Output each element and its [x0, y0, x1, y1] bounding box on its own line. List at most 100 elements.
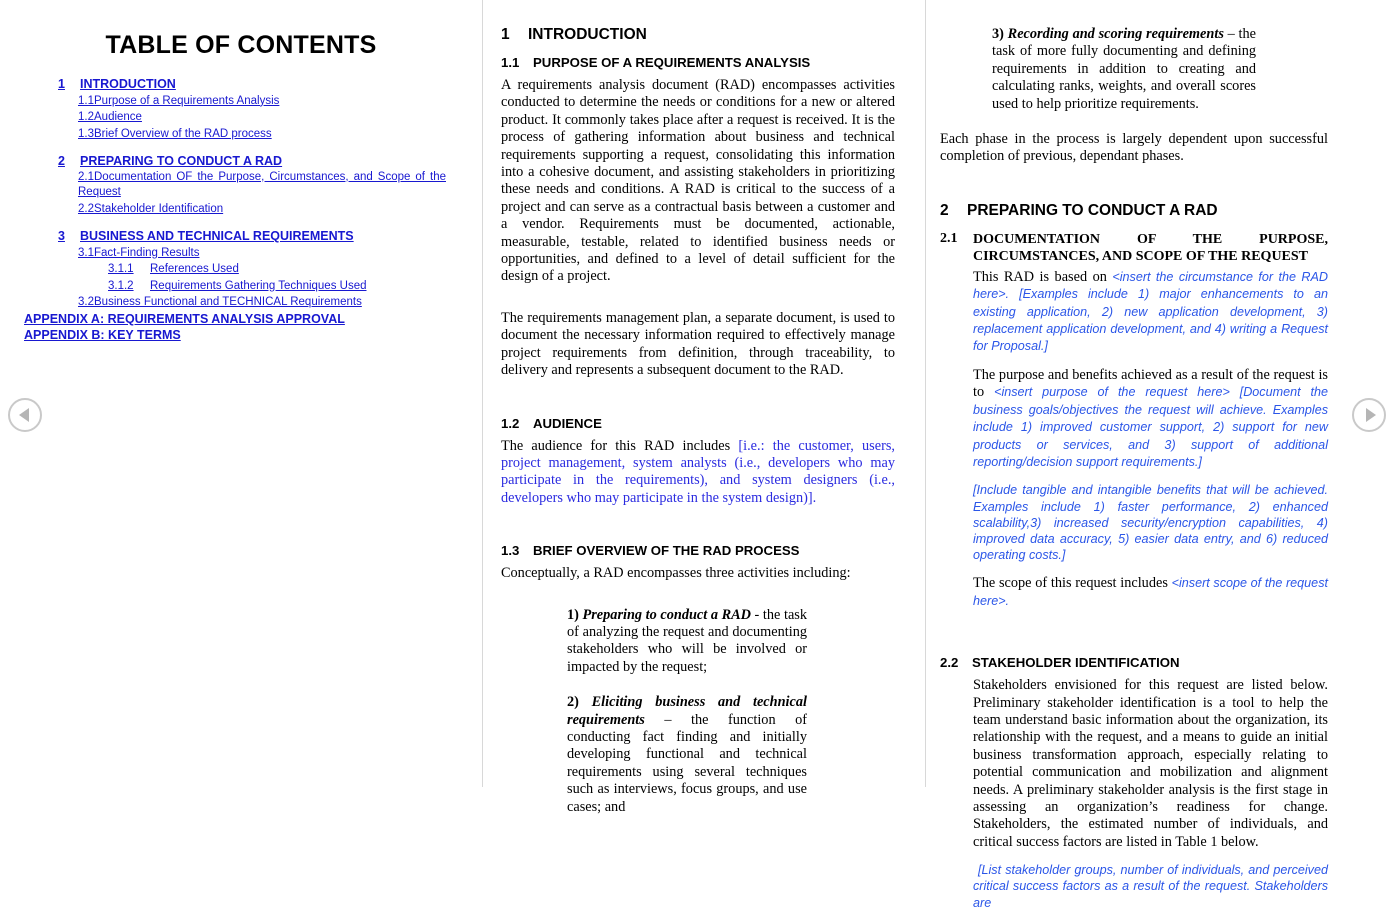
- toc-entry-number: 1.1: [78, 94, 94, 107]
- toc-entry-2-1[interactable]: 2.1Documentation OF the Purpose, Circums…: [78, 170, 446, 201]
- page-title: TABLE OF CONTENTS: [105, 31, 377, 59]
- toc-entry-label: Purpose of a Requirements Analysis: [94, 94, 280, 107]
- heading-number: 2.2: [940, 655, 959, 671]
- toc-entry-3-2[interactable]: 3.2Business Functional and TECHNICAL Req…: [78, 294, 446, 311]
- toc-entry-number: 1.3: [78, 127, 94, 140]
- heading-number: 1.1: [501, 55, 520, 70]
- paragraph-scope: The scope of this request includes <inse…: [973, 575, 1328, 610]
- toc-entry-label: APPENDIX A: REQUIREMENTS ANALYSIS APPROV…: [24, 311, 345, 326]
- toc-entry-label: References Used: [150, 263, 239, 275]
- document-page-right: 3) Recording and scoring requirements – …: [926, 0, 1366, 910]
- heading-number: 2.1: [940, 230, 958, 246]
- heading-text: STAKEHOLDER IDENTIFICATION: [972, 655, 1180, 671]
- heading-2-1-documentation: 2.1 DOCUMENTATION OF THE PURPOSE, CIRCUMS…: [940, 231, 1328, 265]
- toc-list: 1 INTRODUCTION 1.1Purpose of a Requireme…: [24, 76, 458, 344]
- toc-entry-number: 2: [58, 154, 65, 168]
- paragraph-stakeholder-instruction: [List stakeholder groups, number of indi…: [973, 863, 1328, 910]
- list-item-lead: Recording and scoring requirements: [1007, 26, 1224, 42]
- heading-text-line-2: CIRCUMSTANCES, AND SCOPE OF THE REQUEST: [973, 248, 1309, 264]
- heading-number: 2: [940, 201, 949, 219]
- paragraph-rad-basis: This RAD is based on <insert the circums…: [973, 269, 1328, 356]
- heading-text: PREPARING TO CONDUCT A RAD: [967, 201, 1218, 219]
- list-item: 1) Preparing to conduct a RAD - the task…: [567, 607, 807, 677]
- toc-entry-2[interactable]: 2 PREPARING TO CONDUCT A RAD: [58, 153, 446, 170]
- heading-2-2-stakeholder: 2.2 STAKEHOLDER IDENTIFICATION: [940, 655, 1328, 670]
- paragraph-purpose-benefits-placeholder: <insert purpose of the request here> [Do…: [973, 385, 1328, 469]
- document-page-middle: 1 INTRODUCTION 1.1 PURPOSE OF A REQUIREM…: [483, 0, 925, 815]
- toc-entry-3[interactable]: 3 BUSINESS AND TECHNICAL REQUIREMENTS: [58, 228, 446, 245]
- toc-entry-number: 1.2: [78, 111, 94, 123]
- paragraph-scope-lead: The scope of this request includes: [973, 575, 1172, 592]
- toc-entry-1-3[interactable]: 1.3Brief Overview of the RAD process: [78, 126, 446, 143]
- chevron-right-icon: [1365, 408, 1376, 422]
- toc-entry-appendix-a[interactable]: APPENDIX A: REQUIREMENTS ANALYSIS APPROV…: [24, 311, 446, 328]
- toc-entry-number: 3.2: [78, 296, 94, 308]
- toc-entry-3-1-2[interactable]: 3.1.2 Requirements Gathering Techniques …: [108, 278, 446, 295]
- list-item-marker: 3): [992, 26, 1008, 42]
- paragraph-benefits-instruction: [Include tangible and intangible benefit…: [973, 483, 1328, 563]
- heading-1-3-overview: 1.3 BRIEF OVERVIEW OF THE RAD PROCESS: [501, 543, 895, 558]
- toc-entry-number: 2.1: [78, 170, 94, 183]
- toc-entry-label: INTRODUCTION: [80, 77, 176, 91]
- heading-2-preparing: 2 PREPARING TO CONDUCT A RAD: [940, 202, 1328, 220]
- heading-text: INTRODUCTION: [528, 26, 647, 43]
- paragraph-audience: The audience for this RAD includes [i.e.…: [501, 438, 895, 508]
- toc-entry-label: APPENDIX B: KEY TERMS: [24, 328, 181, 342]
- heading-number: 1.3: [501, 543, 520, 559]
- heading-number: 1: [501, 26, 510, 43]
- toc-entry-3-1[interactable]: 3.1Fact-Finding Results: [78, 245, 446, 262]
- table-of-contents-page: TABLE OF CONTENTS 1 INTRODUCTION 1.1Purp…: [0, 0, 482, 787]
- paragraph-audience-lead: The audience for this RAD includes: [501, 437, 739, 454]
- toc-entry-number: 2.2: [78, 202, 94, 215]
- toc-entry-label: Fact-Finding Results: [94, 246, 200, 259]
- heading-1-2-audience: 1.2 AUDIENCE: [501, 416, 895, 431]
- paragraph-rad-basis-lead: This RAD is based on: [973, 268, 1113, 285]
- toc-entry-2-2[interactable]: 2.2Stakeholder Identification: [78, 201, 446, 218]
- heading-text-line-1: DOCUMENTATION OF THE PURPOSE,: [973, 231, 1328, 247]
- toc-entry-label: Business Functional and TECHNICAL Requir…: [94, 296, 362, 308]
- heading-text: BRIEF OVERVIEW OF THE RAD PROCESS: [533, 543, 800, 559]
- heading-text-block: DOCUMENTATION OF THE PURPOSE, CIRCUMSTANC…: [973, 231, 1328, 265]
- toc-entry-3-1-1[interactable]: 3.1.1 References Used: [108, 261, 446, 278]
- toc-entry-label: Documentation OF the Purpose, Circumstan…: [78, 170, 446, 199]
- paragraph-purpose-2: The requirements management plan, a sepa…: [501, 309, 895, 379]
- section-2-2-body: Stakeholders envisioned for this request…: [973, 677, 1328, 911]
- list-item-marker: 1): [567, 606, 583, 623]
- heading-text: PURPOSE OF A REQUIREMENTS ANALYSIS: [533, 55, 811, 70]
- section-2-1-body: This RAD is based on <insert the circums…: [973, 269, 1328, 610]
- toc-entry-label: Audience: [94, 111, 142, 123]
- toc-entry-number: 3.1: [78, 246, 94, 259]
- list-item-marker: 2): [567, 694, 592, 711]
- toc-entry-1-1[interactable]: 1.1Purpose of a Requirements Analysis: [78, 93, 446, 110]
- paragraph-stakeholder-overview: Stakeholders envisioned for this request…: [973, 677, 1328, 850]
- toc-entry-number: 3.1.2: [108, 279, 134, 292]
- document-viewer: TABLE OF CONTENTS 1 INTRODUCTION 1.1Purp…: [0, 0, 1400, 910]
- heading-number: 1.2: [501, 415, 520, 431]
- toc-entry-label: BUSINESS AND TECHNICAL REQUIREMENTS: [80, 229, 354, 243]
- list-item: 2) Eliciting business and technical requ…: [567, 694, 807, 816]
- toc-entry-number: 3.1.1: [108, 263, 134, 275]
- toc-entry-label: Stakeholder Identification: [94, 202, 224, 215]
- heading-1-introduction: 1 INTRODUCTION: [501, 26, 895, 44]
- list-item-lead: Preparing to conduct a RAD: [582, 606, 751, 623]
- toc-entry-1[interactable]: 1 INTRODUCTION: [58, 76, 446, 93]
- heading-1-1-purpose: 1.1 PURPOSE OF A REQUIREMENTS ANALYSIS: [501, 55, 895, 70]
- paragraph-overview-intro: Conceptually, a RAD encompasses three ac…: [501, 565, 851, 582]
- heading-text: AUDIENCE: [533, 415, 602, 431]
- toc-entry-1-2[interactable]: 1.2Audience: [78, 109, 446, 126]
- toc-entry-label: Brief Overview of the RAD process: [94, 127, 272, 140]
- toc-entry-label: Requirements Gathering Techniques Used: [150, 279, 367, 292]
- toc-entry-number: 3: [58, 229, 65, 243]
- list-item: 3) Recording and scoring requirements – …: [992, 26, 1256, 113]
- paragraph-purpose-benefits: The purpose and benefits achieved as a r…: [973, 367, 1328, 471]
- paragraph-purpose-1: A requirements analysis document (RAD) e…: [501, 77, 895, 285]
- toc-entry-label: PREPARING TO CONDUCT A RAD: [80, 154, 283, 168]
- toc-entry-appendix-b[interactable]: APPENDIX B: KEY TERMS: [24, 327, 446, 344]
- toc-entry-number: 1: [58, 77, 65, 91]
